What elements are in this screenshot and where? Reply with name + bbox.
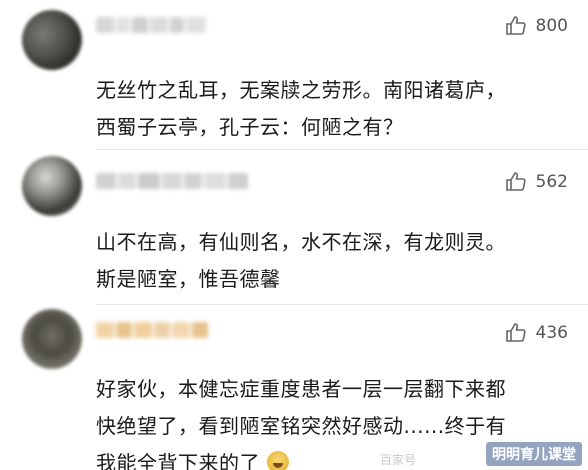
thumbs-up-icon — [505, 323, 526, 342]
thumbs-up-icon — [505, 16, 526, 35]
like-button[interactable]: 800 — [504, 14, 568, 38]
source-watermark: 百家号 — [380, 453, 417, 467]
comment-item: 800 无丝竹之乱耳，无案牍之劳形。南阳诸葛庐， 西蜀子云亭，孔子云：何陋之有？ — [0, 0, 588, 150]
like-button[interactable]: 562 — [504, 170, 568, 194]
username-blurred[interactable] — [96, 170, 248, 192]
like-count: 436 — [535, 323, 568, 343]
avatar[interactable] — [22, 10, 82, 70]
username-blurred[interactable] — [96, 14, 206, 36]
comment-line: 斯是陋室，惟吾德馨 — [96, 267, 281, 291]
comment-line: 无丝竹之乱耳，无案牍之劳形。南阳诸葛庐， — [96, 78, 506, 102]
like-count: 562 — [535, 172, 568, 192]
comment-line: 山不在高，有仙则名，水不在深，有龙则灵。 — [96, 230, 506, 254]
comment-line: 西蜀子云亭，孔子云：何陋之有？ — [96, 115, 404, 139]
grinning-sweat-emoji-icon — [266, 451, 289, 470]
comment-line: 我能全背下来的了 — [96, 451, 260, 470]
comment-text: 无丝竹之乱耳，无案牍之劳形。南阳诸葛庐， 西蜀子云亭，孔子云：何陋之有？ — [96, 72, 566, 146]
like-button[interactable]: 436 — [504, 321, 568, 345]
comment-line: 快绝望了，看到陋室铭突然好感动......终于有 — [96, 414, 507, 438]
thumbs-up-icon — [505, 172, 526, 191]
comment-item: 562 山不在高，有仙则名，水不在深，有龙则灵。 斯是陋室，惟吾德馨 — [0, 150, 588, 305]
like-count: 800 — [535, 16, 568, 36]
avatar[interactable] — [22, 156, 82, 216]
brand-watermark: 明明育儿课堂 — [486, 442, 582, 466]
comment-line: 好家伙，本健忘症重度患者一层一层翻下来都 — [96, 377, 506, 401]
comment-text: 山不在高，有仙则名，水不在深，有龙则灵。 斯是陋室，惟吾德馨 — [96, 224, 566, 298]
username-blurred[interactable] — [96, 319, 208, 341]
avatar[interactable] — [22, 309, 82, 369]
